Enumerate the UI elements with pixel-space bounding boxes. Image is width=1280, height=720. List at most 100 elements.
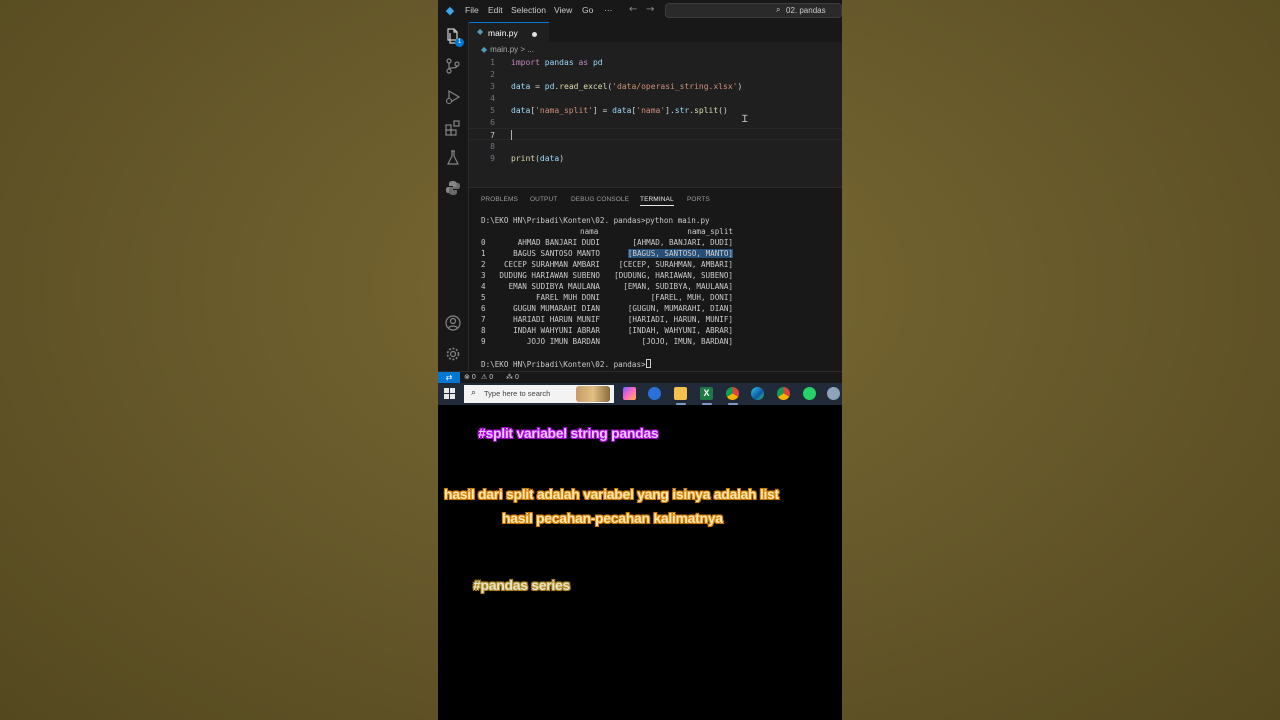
cell-nama-split: [EMAN, SUDIBYA, MAULANA] — [623, 282, 733, 291]
terminal-header-row: nama nama_split — [481, 227, 733, 238]
cell-nama-split: [DUDUNG, HARIAWAN, SUBENO] — [614, 271, 733, 280]
line-number: 3 — [490, 82, 495, 91]
tab-label: main.py — [488, 28, 518, 38]
account-icon[interactable] — [445, 315, 461, 331]
windows-start-icon[interactable] — [444, 388, 455, 399]
menu-more[interactable]: ··· — [604, 5, 613, 15]
running-indicator — [728, 403, 738, 405]
cell-nama: EMAN SUDIBYA MAULANA — [508, 282, 600, 291]
terminal-cursor — [645, 359, 651, 368]
code-text: import pandas as pd — [511, 58, 603, 67]
editor-tabs: ◆ main.py — [469, 22, 842, 43]
cell-nama: GUGUN MUMARAHI DIAN — [513, 304, 600, 313]
tab-terminal[interactable]: TERMINAL — [640, 196, 674, 206]
forward-arrow-icon[interactable]: → — [646, 4, 654, 15]
breadcrumb-more[interactable]: ... — [527, 45, 534, 54]
line-number: 2 — [490, 70, 495, 79]
errors-indicator[interactable]: ⊗ 0 — [464, 373, 476, 381]
column-header-nama: nama — [580, 227, 599, 236]
python-file-icon: ◆ — [477, 27, 484, 36]
line-number: 4 — [490, 94, 495, 103]
video-frame: ◆ File Edit Selection View Go ··· ← → ⌕ … — [438, 0, 842, 720]
taskbar-search-box[interactable]: ⌕ Type here to search — [464, 385, 614, 403]
cell-nama-split: [INDAH, WAHYUNI, ABRAR] — [627, 326, 733, 335]
terminal-prompt: D:\EKO HN\Pribadi\Konten\02. pandas> — [481, 360, 646, 369]
row-index: 2 — [481, 260, 486, 269]
gear-icon[interactable] — [445, 346, 461, 362]
excel-icon[interactable]: X — [700, 387, 713, 400]
row-index: 0 — [481, 238, 486, 247]
command-center[interactable]: ⌕ 02. pandas — [665, 3, 842, 18]
row-index: 8 — [481, 326, 486, 335]
ports-count: 0 — [514, 374, 519, 381]
vscode-window: ◆ File Edit Selection View Go ··· ← → ⌕ … — [438, 0, 842, 384]
code-text: data = pd.read_excel('data/operasi_strin… — [511, 82, 743, 91]
unsaved-dot-icon[interactable] — [532, 32, 537, 37]
cell-nama: AHMAD BANJARI DUDI — [517, 238, 600, 247]
windows-taskbar: ⌕ Type here to search X — [438, 383, 842, 405]
cell-nama: FAREL MUH DONI — [535, 293, 600, 302]
table-row: 1 BAGUS SANTOSO MANTO [BAGUS, SANTOSO, MAN… — [481, 249, 733, 260]
globe-app-icon[interactable] — [648, 387, 661, 400]
python-file-icon: ◆ — [481, 45, 488, 54]
source-control-icon[interactable] — [445, 58, 461, 74]
chrome-profile-icon[interactable] — [777, 387, 790, 400]
cell-nama-split: [CECEP, SURAHMAN, AMBARI] — [618, 260, 733, 269]
menu-go[interactable]: Go — [582, 5, 593, 15]
menu-edit[interactable]: Edit — [488, 5, 503, 15]
line-number: 8 — [490, 142, 495, 151]
code-editor[interactable]: 1 import pandas as pd 2 3 data = pd.read… — [469, 56, 842, 186]
text-cursor — [511, 130, 512, 140]
settings-app-icon[interactable] — [827, 387, 840, 400]
copilot-icon[interactable] — [623, 387, 636, 400]
file-explorer-icon[interactable] — [674, 387, 687, 400]
edge-icon[interactable] — [751, 387, 764, 400]
explorer-badge: 1 — [455, 38, 464, 47]
table-row: 7 HARIADI HARUN MUNIF [HARIADI, HARUN, MUN… — [481, 315, 733, 326]
breadcrumb-file[interactable]: main.py — [490, 45, 518, 54]
code-text: data['nama_split'] = data['nama'].str.sp… — [511, 106, 728, 115]
row-index: 1 — [481, 249, 486, 258]
mouse-ibeam-icon: Ɪ — [742, 114, 748, 125]
run-debug-icon[interactable] — [445, 89, 461, 105]
code-line: 5 data['nama_split'] = data['nama'].str.… — [469, 104, 842, 116]
menu-file[interactable]: File — [465, 5, 479, 15]
tab-main-py[interactable]: ◆ main.py — [469, 22, 549, 43]
menu-selection[interactable]: Selection — [511, 5, 546, 15]
tab-output[interactable]: OUTPUT — [530, 196, 557, 203]
line-number: 6 — [490, 118, 495, 127]
cell-nama-split: [BAGUS, SANTOSO, MANTO] — [627, 249, 733, 258]
running-indicator — [702, 403, 712, 405]
table-row: 5 FAREL MUH DONI [FAREL, MUH, DONI] — [481, 293, 733, 304]
running-indicator — [676, 403, 686, 405]
tab-debug-console[interactable]: DEBUG CONSOLE — [571, 196, 629, 203]
command-center-label: 02. pandas — [786, 6, 826, 15]
cell-nama-split: [GUGUN, MUMARAHI, DIAN] — [627, 304, 733, 313]
warnings-indicator[interactable]: ⚠ 0 — [481, 373, 493, 381]
code-line: 9 print(data) — [469, 152, 842, 164]
title-bar: ◆ File Edit Selection View Go ··· ← → ⌕ … — [438, 0, 842, 23]
extensions-icon[interactable] — [445, 120, 461, 136]
line-number: 1 — [490, 58, 495, 67]
whatsapp-icon[interactable] — [803, 387, 816, 400]
bottom-panel: PROBLEMS OUTPUT DEBUG CONSOLE TERMINAL P… — [469, 187, 842, 372]
row-index: 3 — [481, 271, 486, 280]
python-icon[interactable] — [445, 180, 461, 196]
warning-count: 0 — [489, 374, 494, 381]
caption-line-1: hasil dari split adalah variabel yang is… — [444, 486, 779, 502]
caption-hashtag-split: #split variabel string pandas — [478, 425, 659, 441]
tab-problems[interactable]: PROBLEMS — [481, 196, 518, 203]
ports-indicator[interactable]: ⁂ 0 — [506, 373, 519, 381]
chrome-icon[interactable] — [726, 387, 739, 400]
cell-nama: INDAH WAHYUNI ABRAR — [513, 326, 600, 335]
code-text: print(data) — [511, 154, 565, 163]
tab-ports[interactable]: PORTS — [687, 196, 710, 203]
menu-view[interactable]: View — [554, 5, 572, 15]
back-arrow-icon[interactable]: ← — [629, 4, 637, 15]
taskbar-search-placeholder: Type here to search — [484, 389, 551, 398]
cell-nama: JOJO IMUN BARDAN — [526, 337, 600, 346]
line-number: 7 — [490, 131, 495, 140]
testing-flask-icon[interactable] — [445, 150, 461, 166]
vscode-logo-icon: ◆ — [445, 4, 455, 17]
search-icon: ⌕ — [776, 5, 781, 14]
